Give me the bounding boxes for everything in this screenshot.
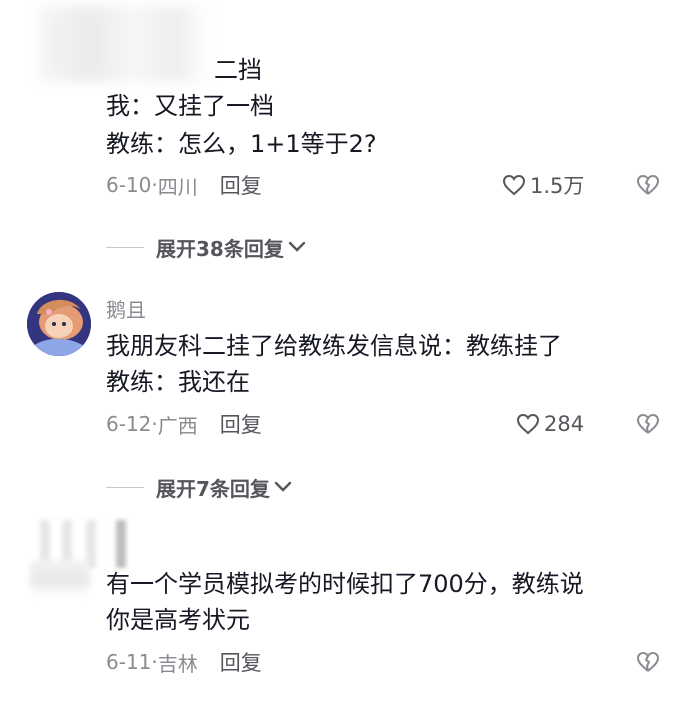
broken-heart-icon[interactable]: [636, 412, 660, 436]
comment-location: 四川: [157, 174, 198, 199]
avatar[interactable]: [27, 292, 91, 356]
expand-label: 展开38条回复: [156, 236, 284, 261]
chevron-down-icon: [288, 241, 306, 252]
blurred-avatar-region: [40, 6, 210, 82]
like-count: 1.5万: [530, 174, 585, 198]
comment-location: 广西: [157, 413, 198, 438]
avatar-image: [27, 292, 91, 356]
username[interactable]: 鹅且: [106, 294, 146, 323]
chevron-down-icon: [274, 481, 292, 492]
comment-1-line-3: 教练：怎么，1+1等于2?: [106, 130, 377, 158]
reply-button[interactable]: 回复: [220, 409, 262, 439]
like-button[interactable]: 1.5万: [502, 170, 584, 200]
expand-replies-button[interactable]: 展开7条回复: [106, 472, 292, 502]
expand-replies-button[interactable]: 展开38条回复: [106, 232, 306, 262]
comment-1-line-2: 我：又挂了一档: [106, 92, 274, 120]
comment-date: 6-12: [106, 412, 152, 436]
comment-date: 6-10: [106, 173, 152, 197]
reply-button[interactable]: 回复: [220, 647, 262, 677]
comment-2-line-2: 教练：我还在: [106, 368, 250, 396]
reply-button[interactable]: 回复: [220, 170, 262, 200]
comment-3-line-2: 你是高考状元: [106, 606, 250, 634]
blurred-avatar: [30, 560, 90, 596]
like-button[interactable]: 284: [516, 409, 584, 439]
heart-outline-icon: [502, 174, 526, 196]
comment-3-meta: 6-11 · 吉林 回复: [106, 647, 262, 677]
divider-line: [106, 246, 144, 248]
divider-line: [106, 486, 144, 488]
comment-2-meta: 6-12 · 广西 回复: [106, 409, 262, 439]
heart-outline-icon: [516, 413, 540, 435]
comment-location: 吉林: [157, 651, 198, 676]
comment-date: 6-11: [106, 650, 152, 674]
like-count: 284: [544, 412, 585, 436]
expand-label: 展开7条回复: [156, 476, 270, 501]
broken-heart-icon[interactable]: [636, 173, 660, 197]
comment-2-line-1: 我朋友科二挂了给教练发信息说：教练挂了: [106, 332, 562, 360]
comment-3-line-1: 有一个学员模拟考的时候扣了700分，教练说: [106, 570, 584, 598]
comment-1-line-1: 二挡: [214, 56, 262, 84]
broken-heart-icon[interactable]: [636, 650, 660, 674]
comment-1-meta: 6-10 · 四川 回复: [106, 170, 262, 200]
